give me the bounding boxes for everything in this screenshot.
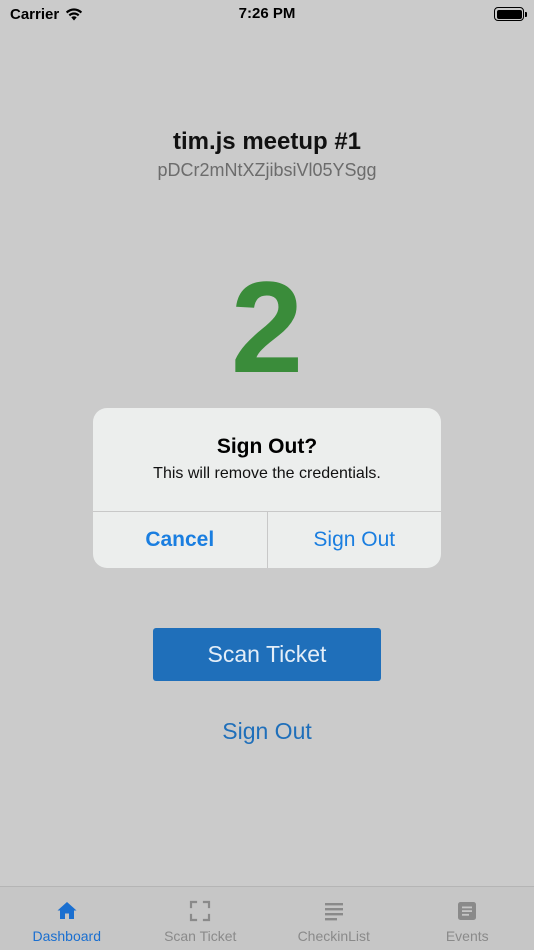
battery-icon (494, 7, 527, 21)
scan-frame-icon (190, 900, 211, 922)
tab-scan-ticket[interactable]: Scan Ticket (134, 887, 268, 950)
tab-bar: Dashboard Scan Ticket CheckinList Events (0, 886, 534, 950)
status-bar: Carrier 7:26 PM (0, 0, 534, 28)
event-title: tim.js meetup #1 (172, 128, 362, 155)
list-icon (324, 903, 343, 921)
home-icon (57, 902, 77, 919)
event-id: pDCr2mNtXZjibsiVl05YSgg (157, 160, 377, 180)
alert-sign-out-button[interactable]: Sign Out (268, 512, 442, 568)
tab-label: CheckinList (297, 928, 370, 944)
status-time: 7:26 PM (238, 5, 296, 22)
alert-message: This will remove the credentials. (153, 465, 381, 482)
tab-events[interactable]: Events (401, 887, 534, 950)
alert-actions: Cancel Sign Out (93, 511, 441, 568)
tab-label: Events (445, 928, 489, 944)
alert-title: Sign Out? (216, 435, 318, 458)
tab-checkin-list[interactable]: CheckinList (267, 887, 401, 950)
battery-fill (496, 9, 522, 19)
sign-out-link[interactable]: Sign Out (0, 718, 534, 745)
document-icon (458, 902, 477, 920)
scan-ticket-button[interactable]: Scan Ticket (153, 628, 381, 681)
tab-dashboard[interactable]: Dashboard (0, 887, 134, 950)
checkin-count: 2 (230, 254, 304, 400)
sign-out-alert: Sign Out? This will remove the credentia… (93, 408, 441, 568)
alert-cancel-button[interactable]: Cancel (93, 512, 268, 568)
tab-label: Dashboard (32, 928, 102, 944)
tab-label: Scan Ticket (164, 928, 237, 944)
